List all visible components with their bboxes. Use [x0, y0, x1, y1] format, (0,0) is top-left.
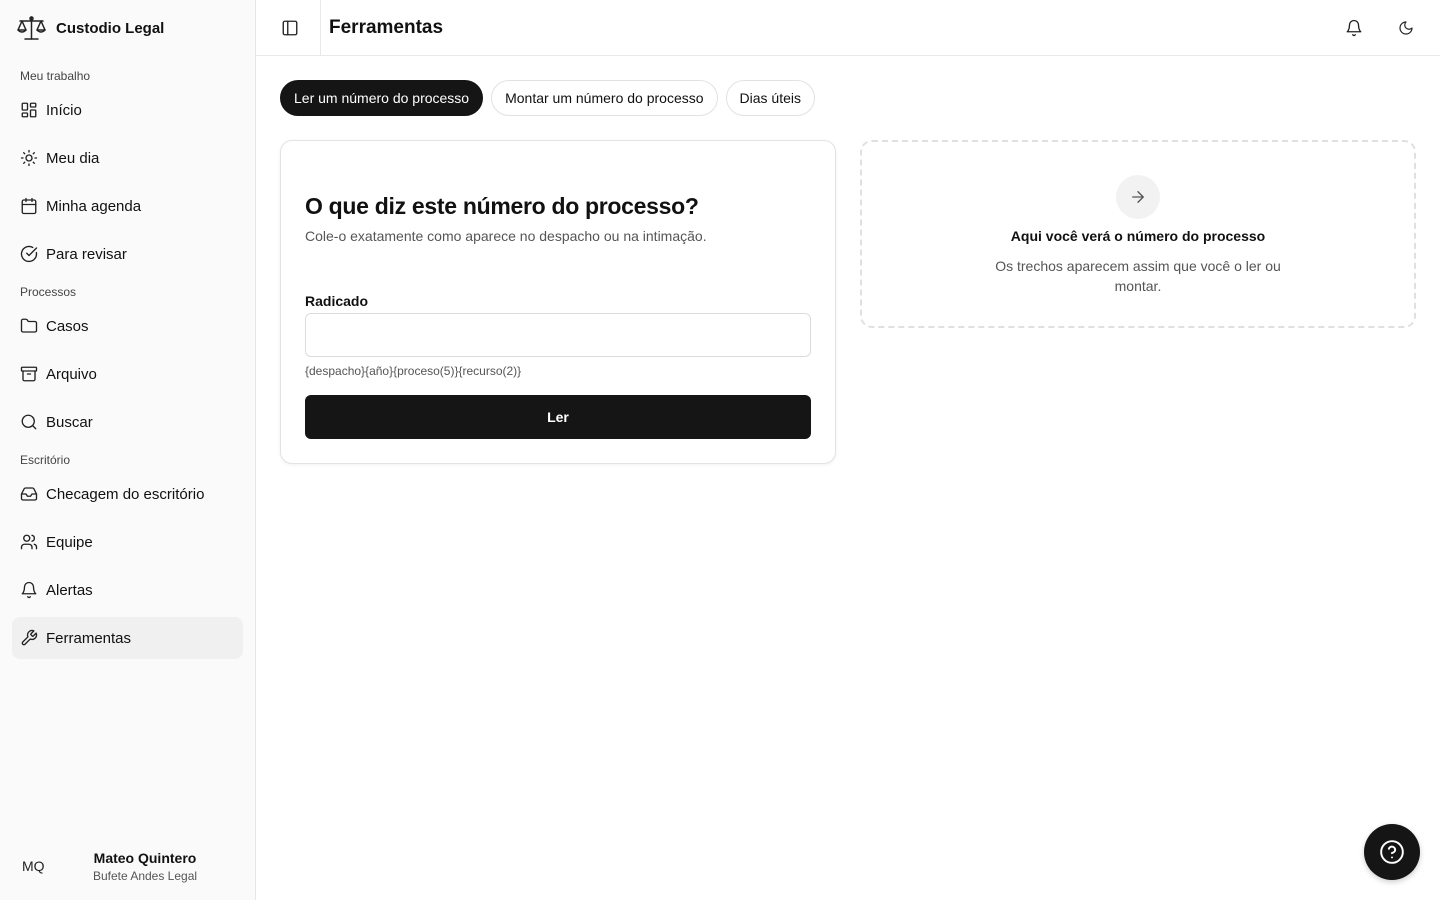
archive-icon: [20, 365, 38, 383]
page-title: Ferramentas: [329, 17, 444, 38]
folder-icon: [20, 317, 38, 335]
card-title: O que diz este número do processo?: [305, 193, 699, 219]
sidebar-item-minha-agenda[interactable]: Minha agenda: [12, 185, 243, 227]
tab-dias-uteis[interactable]: Dias úteis: [725, 80, 815, 116]
sidebar-item-meu-dia[interactable]: Meu dia: [12, 137, 243, 179]
sidebar-item-para-revisar[interactable]: Para revisar: [12, 233, 243, 275]
sidebar-item-label: Equipe: [46, 533, 93, 551]
topbar: Ferramentas: [256, 0, 1440, 56]
panel-left-icon: [281, 19, 299, 37]
scales-icon: [16, 15, 47, 42]
card-subtitle: Cole-o exatamente como aparece no despac…: [305, 228, 707, 244]
sidebar-item-label: Minha agenda: [46, 197, 142, 215]
avatar: MQ: [22, 858, 45, 874]
sidebar-item-label: Arquivo: [46, 365, 97, 383]
check-circle-icon: [20, 245, 38, 263]
sidebar-item-arquivo[interactable]: Arquivo: [12, 353, 243, 395]
dashboard-icon: [20, 101, 38, 119]
sidebar-item-label: Início: [46, 101, 82, 119]
sidebar-item-casos[interactable]: Casos: [12, 305, 243, 347]
sidebar-item-label: Checagem do escritório: [46, 485, 205, 503]
sidebar-item-label: Para revisar: [46, 245, 127, 263]
inbox-icon: [20, 485, 38, 503]
topbar-divider: [320, 0, 321, 56]
tool-tabs: Ler um número do processo Montar um núme…: [280, 80, 815, 116]
notifications-button[interactable]: [1340, 14, 1368, 42]
moon-icon: [1398, 20, 1414, 36]
brand[interactable]: Custodio Legal: [16, 14, 164, 42]
bell-icon: [1345, 19, 1363, 37]
user-org: Bufete Andes Legal: [92, 869, 198, 883]
sidebar-item-inicio[interactable]: Início: [12, 89, 243, 131]
user-profile[interactable]: MQ Mateo Quintero Bufete Andes Legal: [0, 838, 255, 890]
sidebar-item-checagem[interactable]: Checagem do escritório: [12, 473, 243, 515]
read-number-card: O que diz este número do processo? Cole-…: [280, 140, 836, 464]
section-label-escritorio: Escritório: [20, 453, 71, 467]
section-label-processos: Processos: [20, 285, 77, 299]
theme-toggle-button[interactable]: [1392, 14, 1420, 42]
radicado-input[interactable]: [305, 313, 811, 357]
sidebar-item-alertas[interactable]: Alertas: [12, 569, 243, 611]
tab-ler-numero[interactable]: Ler um número do processo: [280, 80, 484, 116]
tab-montar-numero[interactable]: Montar um número do processo: [491, 80, 718, 116]
sidebar-toggle-button[interactable]: [276, 14, 304, 42]
radicado-label: Radicado: [305, 293, 369, 309]
help-circle-icon: [1379, 839, 1405, 865]
sidebar-item-equipe[interactable]: Equipe: [12, 521, 243, 563]
result-placeholder-title: Aqui você verá o número do processo: [1010, 228, 1266, 244]
app-name: Custodio Legal: [56, 19, 165, 37]
section-label-meu-trabalho: Meu trabalho: [20, 69, 91, 83]
sidebar-item-buscar[interactable]: Buscar: [12, 401, 243, 443]
result-placeholder: Aqui você verá o número do processo Os t…: [860, 140, 1416, 328]
help-button[interactable]: [1364, 824, 1420, 880]
sidebar-item-label: Ferramentas: [46, 629, 132, 647]
wrench-icon: [20, 629, 38, 647]
result-placeholder-text: Os trechos aparecem assim que você o ler…: [995, 258, 1281, 294]
users-icon: [20, 533, 38, 551]
sidebar: Custodio Legal Meu trabalho Início Meu d…: [0, 0, 256, 900]
radicado-format-hint: {despacho}{año}{proceso(5)}{recurso(2)}: [305, 364, 522, 378]
search-icon: [20, 413, 38, 431]
bell-icon: [20, 581, 38, 599]
sidebar-item-label: Alertas: [46, 581, 93, 599]
sidebar-item-ferramentas[interactable]: Ferramentas: [12, 617, 243, 659]
arrow-right-icon: [1116, 175, 1160, 219]
user-name: Mateo Quintero: [93, 850, 197, 866]
sidebar-item-label: Buscar: [46, 413, 93, 431]
sun-icon: [20, 149, 38, 167]
calendar-icon: [20, 197, 38, 215]
sidebar-item-label: Casos: [46, 317, 89, 335]
ler-button[interactable]: Ler: [305, 395, 811, 439]
sidebar-item-label: Meu dia: [46, 149, 100, 167]
